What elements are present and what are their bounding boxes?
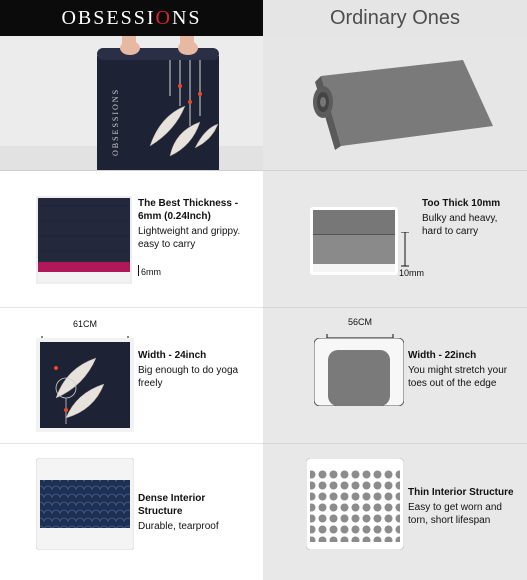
ordinary-structure-desc: Easy to get worn and torn, short lifespa… [408,502,502,526]
brand-width-text: Width - 24inch Big enough to do yoga fre… [138,349,243,390]
competitor-hero-photo [263,36,527,170]
brand-thickness-measure-label: 6mm [141,267,161,277]
brand-hero-photo: OBSESSIONS [0,36,263,170]
ordinary-mat-illustration [263,36,527,170]
ordinary-width-text: Width - 22inch You might stretch your to… [408,349,513,390]
ordinary-thickness-measure: 10mm [399,263,424,281]
brand-structure-desc: Durable, tearproof [138,521,219,532]
competitor-title: Ordinary Ones [329,6,461,29]
brand-header: OBSESSIONS [0,0,263,36]
brand-thickness-measure: 6mm [138,262,161,280]
brand-width-swatch [36,338,134,432]
ordinary-thickness-swatch [310,207,398,275]
ordinary-width-title: Width - 22inch [408,350,477,361]
row-divider [0,307,263,308]
brand-structure-swatch [35,457,135,551]
ordinary-structure-text: Thin Interior Structure Easy to get worn… [408,486,518,527]
competitor-header: Ordinary Ones [263,0,527,36]
ordinary-thickness-measure-label: 10mm [399,268,425,278]
ordinary-width-desc: You might stretch your toes out of the e… [408,365,508,389]
mat-vertical-text: OBSESSIONS [111,88,120,156]
ordinary-width-measure-label: 56CM [347,317,372,327]
ordinary-thickness-desc: Bulky and heavy, hard to carry [422,213,498,237]
brand-thickness-swatch [36,196,132,284]
brand-structure-text: Dense Interior Structure Durable, tearpr… [138,492,243,533]
ordinary-width-swatch [313,337,405,407]
brand-mat-illustration: OBSESSIONS [0,36,263,170]
brand-structure-title: Dense Interior Structure [138,493,206,517]
row-divider [263,307,527,308]
ordinary-structure-swatch [305,457,405,551]
row-divider [0,170,527,171]
brand-thickness-desc: Lightweight and grippy. easy to carry [138,226,241,250]
brand-logo: OBSESSIONS [61,6,202,29]
row-divider [263,443,527,444]
ordinary-thickness-text: Too Thick 10mm Bulky and heavy, hard to … [422,197,517,238]
brand-width-measure-label: 61CM [72,319,97,329]
ordinary-thickness-title: Too Thick 10mm [422,198,501,209]
brand-width-title: Width - 24inch [138,350,207,361]
mat-vertical-text-group: OBSESSIONS [111,88,120,156]
brand-thickness-title: The Best Thickness - 6mm (0.24Inch) [138,198,239,222]
brand-width-desc: Big enough to do yoga freely [138,365,239,389]
ordinary-structure-title: Thin Interior Structure [408,487,514,498]
brand-thickness-text: The Best Thickness - 6mm (0.24Inch) Ligh… [138,197,243,251]
row-divider [0,443,263,444]
comparison-page: OBSESSIONS Ordinary Ones OBSESSIONS The … [0,0,527,580]
